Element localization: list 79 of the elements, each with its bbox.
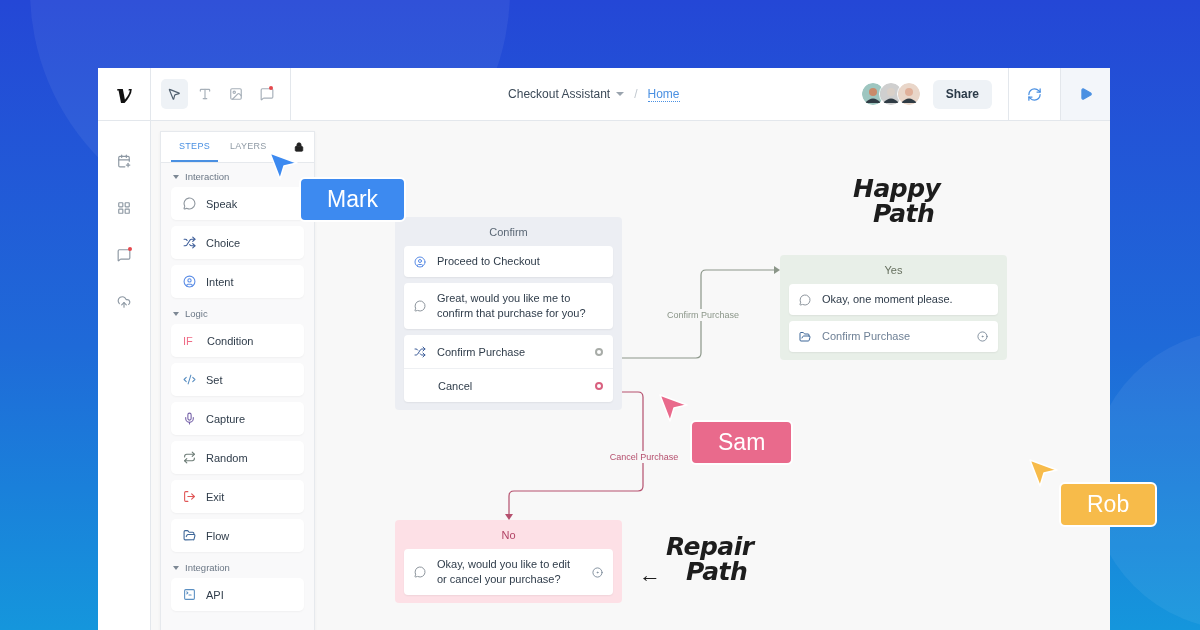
- section-header[interactable]: Logic: [161, 300, 220, 324]
- shuffle-icon: [183, 236, 196, 249]
- grid-icon[interactable]: [117, 201, 131, 215]
- comment-icon: [259, 87, 274, 101]
- block-title: Yes: [883, 263, 904, 278]
- handwritten-note: Happy Path: [853, 176, 941, 226]
- handwritten-note: Repair Path: [666, 534, 754, 584]
- cursor-name-tag: Rob: [1059, 482, 1158, 527]
- connector-label: Cancel Purchase: [609, 451, 679, 463]
- note-arrow: ←: [639, 562, 661, 588]
- project-name[interactable]: Checkout Assistant: [508, 87, 611, 101]
- choice-card[interactable]: Confirm Purchase Cancel: [404, 335, 613, 402]
- code-icon: [183, 373, 196, 386]
- pointer-tool[interactable]: [161, 79, 188, 109]
- breadcrumb-separator: /: [634, 87, 638, 101]
- block-title: Confirm: [488, 225, 529, 240]
- folder-icon: [799, 330, 811, 343]
- flow-block[interactable]: Confirm Proceed to Checkout Great, would you like me to confirm that purchase for you? Confirm Purchase Cancel: [395, 217, 622, 410]
- target-icon[interactable]: [977, 331, 988, 342]
- step-item[interactable]: Set: [171, 363, 304, 396]
- folder-icon: [183, 529, 196, 542]
- lock-icon[interactable]: [294, 142, 304, 152]
- intent-step[interactable]: Proceed to Checkout: [404, 246, 613, 277]
- person-circle-icon: [414, 255, 426, 268]
- sync-icon: [1027, 86, 1042, 102]
- text-tool-icon: [198, 87, 213, 101]
- step-text: Great, would you like me to confirm that purchase for you?: [437, 291, 587, 321]
- choice-label: Cancel: [438, 379, 474, 392]
- section-header[interactable]: Interaction: [161, 163, 242, 187]
- share-button[interactable]: Share: [932, 79, 992, 109]
- step-item[interactable]: Choice: [171, 226, 304, 259]
- step-text: Okay, would you like to edit or cancel your purchase?: [437, 557, 572, 587]
- port-dot[interactable]: [595, 381, 603, 390]
- cursor-icon: [1028, 458, 1058, 488]
- speak-step[interactable]: Okay, one moment please.: [789, 284, 998, 315]
- speech-bubble-icon: [799, 293, 811, 306]
- step-text: Proceed to Checkout: [437, 254, 541, 269]
- flow-block[interactable]: Yes Okay, one moment please. Confirm Purchase: [780, 255, 1007, 360]
- flow-block[interactable]: No Okay, would you like to edit or cancel your purchase?: [395, 520, 622, 603]
- speech-bubble-icon: [414, 300, 426, 312]
- play-button[interactable]: [1060, 68, 1110, 120]
- step-item[interactable]: API: [171, 578, 304, 611]
- choice-label: Confirm Purchase: [437, 345, 527, 358]
- logo[interactable]: v: [116, 79, 132, 109]
- speak-step[interactable]: Okay, would you like to edit or cancel your purchase?: [404, 549, 613, 595]
- comment-icon[interactable]: [117, 248, 131, 262]
- speak-step[interactable]: Great, would you like me to confirm that purchase for you?: [404, 283, 613, 329]
- step-text: Okay, one moment please.: [822, 292, 954, 307]
- flow-step[interactable]: Confirm Purchase: [789, 321, 998, 352]
- avatar[interactable]: [896, 82, 921, 106]
- step-item[interactable]: IF Condition: [171, 324, 304, 357]
- repeat-icon: [183, 451, 196, 464]
- play-icon: [1078, 87, 1093, 101]
- microphone-icon: [183, 412, 196, 425]
- target-icon[interactable]: [592, 566, 603, 578]
- speech-bubble-icon: [183, 197, 196, 210]
- cursor-icon: [658, 393, 688, 423]
- connector-label: Confirm Purchase: [667, 309, 739, 321]
- step-text: Confirm Purchase: [822, 329, 912, 344]
- speech-bubble-icon: [414, 566, 426, 578]
- panel-tab[interactable]: STEPS: [171, 132, 218, 162]
- dropdown-caret-icon[interactable]: [616, 92, 625, 96]
- step-item[interactable]: Random: [171, 441, 304, 474]
- section-header[interactable]: Integration: [161, 554, 242, 578]
- step-item[interactable]: Exit: [171, 480, 304, 513]
- block-title: No: [500, 528, 517, 543]
- cursor-name-tag: Sam: [690, 420, 794, 465]
- port-dot[interactable]: [595, 347, 603, 356]
- step-item[interactable]: Intent: [171, 265, 304, 298]
- calendar-icon[interactable]: [117, 154, 131, 168]
- step-item[interactable]: Flow: [171, 519, 304, 552]
- terminal-icon: [183, 588, 196, 601]
- exit-icon: [183, 490, 196, 503]
- step-item[interactable]: Capture: [171, 402, 304, 435]
- cloud-upload-icon[interactable]: [117, 295, 131, 309]
- image-icon: [228, 87, 243, 101]
- cursor-name-tag: Mark: [299, 177, 407, 222]
- person-circle-icon: [183, 275, 196, 288]
- pointer-icon: [167, 87, 182, 101]
